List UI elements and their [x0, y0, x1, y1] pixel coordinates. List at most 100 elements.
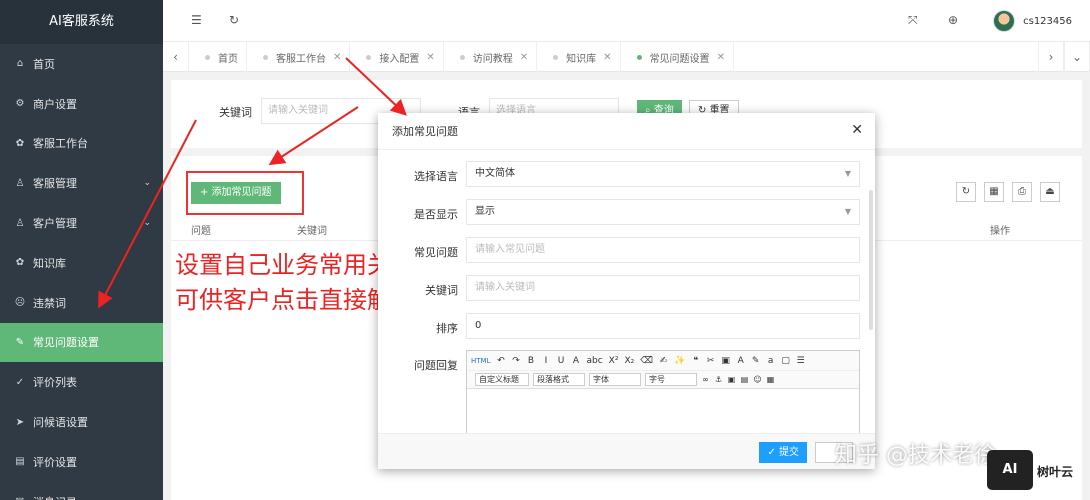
tab-dot: [459, 54, 465, 60]
table-export-icon[interactable]: ⏏: [1040, 182, 1060, 202]
tab-close-icon[interactable]: ✕: [426, 52, 434, 63]
sidebar-item-4[interactable]: ♙ 客户管理 ⌄: [0, 203, 163, 243]
editor-tool-icon[interactable]: ✍: [659, 356, 668, 366]
editor-tool-icon[interactable]: ⚓: [714, 375, 723, 384]
sort-input[interactable]: 0: [466, 313, 860, 339]
sidebar-item-9[interactable]: ➤ 问候语设置: [0, 402, 163, 442]
editor-content-area[interactable]: [467, 389, 859, 433]
watermark-logo: AI: [987, 450, 1033, 490]
editor-tool-icon[interactable]: ↷: [511, 356, 520, 366]
sidebar-item-label: 违禁词: [33, 296, 66, 310]
tab-close-icon[interactable]: ✕: [603, 52, 611, 63]
editor-tool-icon[interactable]: ☰: [796, 356, 805, 366]
tab-2[interactable]: 接入配置 ✕: [350, 42, 444, 72]
question-input[interactable]: 请输入常见问题: [466, 237, 860, 263]
language-select[interactable]: 中文简体 ▼: [466, 161, 860, 187]
sidebar-item-10[interactable]: ▤ 评价设置: [0, 442, 163, 482]
editor-tool-icon[interactable]: ▦: [766, 375, 775, 384]
user-menu[interactable]: cs123456: [993, 10, 1072, 32]
editor-select[interactable]: 自定义标题: [475, 373, 529, 386]
table-columns-icon[interactable]: ▦: [984, 182, 1004, 202]
sidebar-item-11[interactable]: ✉ 消息记录: [0, 482, 163, 500]
tab-4[interactable]: 知识库 ✕: [537, 42, 621, 72]
tab-next-icon[interactable]: ›: [1038, 42, 1064, 72]
tab-3[interactable]: 访问教程 ✕: [444, 42, 538, 72]
tab-0[interactable]: 首页: [189, 42, 247, 72]
keyword-field-label: 关键词: [425, 284, 458, 297]
greeting-icon: ➤: [15, 416, 25, 428]
editor-tool-icon[interactable]: A: [571, 356, 580, 366]
editor-tool-icon[interactable]: X₂: [624, 356, 634, 366]
show-select[interactable]: 显示 ▼: [466, 199, 860, 225]
tab-close-icon[interactable]: ✕: [333, 52, 341, 63]
globe-icon[interactable]: ⊕: [948, 13, 958, 27]
sidebar-item-label: 问候语设置: [33, 416, 88, 430]
editor-tool-icon[interactable]: ☺: [753, 375, 762, 384]
editor-tool-icon[interactable]: ▣: [721, 356, 730, 366]
editor-tool-icon[interactable]: I: [541, 356, 550, 366]
sidebar-item-label: 首页: [33, 57, 55, 71]
chevron-down-icon: ⌄: [143, 218, 151, 229]
sidebar-item-label: 商户设置: [33, 97, 77, 111]
editor-tool-icon[interactable]: X²: [609, 356, 619, 366]
sidebar-item-3[interactable]: ♙ 客服管理 ⌄: [0, 163, 163, 203]
editor-tool-icon[interactable]: ✂: [706, 356, 715, 366]
editor-tool-icon[interactable]: ⌫: [640, 356, 653, 366]
tab-more-icon[interactable]: ⌄: [1064, 42, 1090, 72]
keyword-input[interactable]: 请输入关键词: [466, 275, 860, 301]
tab-label: 接入配置: [379, 53, 420, 65]
editor-tool-icon[interactable]: HTML: [471, 357, 490, 365]
editor-tool-icon[interactable]: ▤: [740, 375, 749, 384]
show-select-value: 显示: [475, 206, 495, 217]
editor-tool-icon[interactable]: ✎: [751, 356, 760, 366]
sidebar-item-2[interactable]: ✿ 客服工作台: [0, 124, 163, 164]
editor-tool-icon[interactable]: abc: [586, 356, 602, 366]
submit-button[interactable]: ✓ 提交: [759, 442, 807, 463]
editor-tool-icon[interactable]: ↶: [496, 356, 505, 366]
editor-tool-icon[interactable]: ∞: [701, 375, 710, 384]
editor-tool-icon[interactable]: A: [736, 356, 745, 366]
sidebar-item-6[interactable]: ☹ 违禁词: [0, 283, 163, 323]
sidebar-item-7[interactable]: ✎ 常见问题设置: [0, 322, 163, 363]
menu-toggle-icon[interactable]: ☰: [191, 13, 202, 27]
tab-close-icon[interactable]: ✕: [520, 52, 528, 63]
editor-tool-icon[interactable]: B: [526, 356, 535, 366]
close-icon[interactable]: ✕: [851, 122, 863, 138]
sidebar-item-label: 客服工作台: [33, 137, 88, 151]
sidebar-item-label: 客服管理: [33, 177, 77, 191]
column-action: 操作: [990, 226, 1010, 237]
tab-prev-icon[interactable]: ‹: [163, 42, 189, 72]
editor-tool-icon[interactable]: ❝: [691, 356, 700, 366]
chevron-down-icon: ⌄: [143, 178, 151, 189]
editor-tool-icon[interactable]: ▣: [727, 375, 736, 384]
editor-select[interactable]: 段落格式: [533, 373, 585, 386]
tab-5[interactable]: 常见问题设置 ✕: [621, 42, 734, 72]
customer-icon: ♙: [15, 217, 25, 229]
sidebar-item-8[interactable]: ✓ 评价列表: [0, 362, 163, 402]
add-faq-button[interactable]: + 添加常见问题: [191, 182, 281, 204]
sidebar-item-1[interactable]: ⚙ 商户设置: [0, 84, 163, 124]
editor-tool-icon[interactable]: a: [766, 356, 775, 366]
table-print-icon[interactable]: ⎙: [1012, 182, 1032, 202]
sidebar-item-0[interactable]: ⌂ 首页: [0, 44, 163, 84]
editor-select[interactable]: 字号: [645, 373, 697, 386]
column-question: 问题: [191, 226, 211, 237]
watermark-logo-name: 树叶云: [1037, 465, 1074, 479]
tab-dot: [636, 54, 642, 60]
knowledge-icon: ✿: [15, 257, 25, 269]
editor-tool-icon[interactable]: ✨: [674, 356, 685, 366]
sidebar-item-5[interactable]: ✿ 知识库: [0, 243, 163, 283]
refresh-icon[interactable]: ↻: [229, 13, 239, 27]
tab-close-icon[interactable]: ✕: [717, 52, 725, 63]
chevron-down-icon: ▼: [844, 207, 851, 216]
fullscreen-icon[interactable]: ⤧: [908, 13, 918, 28]
watermark-text: 知乎 @技术老徐: [835, 443, 996, 468]
editor-tool-icon[interactable]: U: [556, 356, 565, 366]
dialog-scrollbar[interactable]: [869, 190, 873, 330]
editor-select[interactable]: 字体: [589, 373, 641, 386]
editor-tool-icon[interactable]: ▢: [781, 356, 790, 366]
app-title: AI客服系统: [0, 0, 163, 44]
tab-1[interactable]: 客服工作台 ✕: [247, 42, 351, 72]
workbench-icon: ✿: [15, 137, 25, 149]
table-refresh-icon[interactable]: ↻: [956, 182, 976, 202]
